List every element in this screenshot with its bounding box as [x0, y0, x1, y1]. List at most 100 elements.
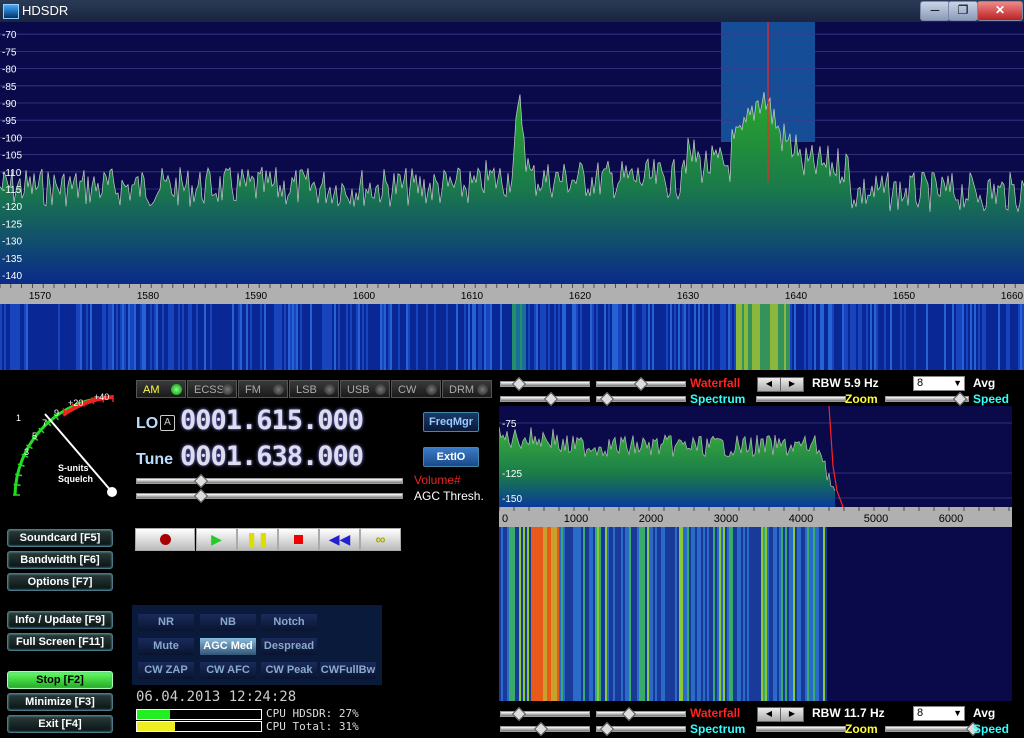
rf-zoom-left-button[interactable]: ◀ [757, 377, 781, 392]
db-label: -95 [2, 116, 17, 127]
af-freq-tick-label: 2000 [639, 513, 663, 525]
af-spectrum-display[interactable]: -75 -125 -150 [499, 406, 1012, 507]
dsp-button-notch[interactable]: Notch [261, 614, 317, 631]
rf-zoom-right-button[interactable]: ▶ [780, 377, 804, 392]
mode-label: AM [143, 384, 160, 396]
freq-tick-label: 1640 [785, 291, 808, 302]
af-avg-dropdown[interactable]: 8 ▼ [913, 706, 965, 721]
db-label: -120 [2, 202, 22, 213]
freq-tick-label: 1600 [353, 291, 376, 302]
play-icon: ▶ [211, 531, 222, 547]
cpu-hdsdr-text: CPU HDSDR: 27% [266, 707, 359, 720]
af-waterfall-brightness-slider[interactable] [596, 711, 686, 717]
af-freq-tick-label: 1000 [564, 513, 588, 525]
rewind-icon: ◀◀ [328, 531, 351, 547]
close-window-button[interactable]: ✕ [977, 1, 1023, 21]
options-button[interactable]: Options [F7] [7, 573, 113, 591]
db-label: -65 [2, 22, 17, 24]
dsp-button-despread[interactable]: Despread [261, 638, 317, 655]
stop-playback-button[interactable] [278, 528, 319, 551]
freq-tick-label: 1570 [29, 291, 52, 302]
mode-led-icon [477, 384, 488, 395]
af-waterfall-display[interactable] [499, 527, 1012, 701]
db-label: -90 [2, 99, 17, 110]
mode-button-ecss[interactable]: ECSS [187, 380, 237, 398]
volume-slider[interactable] [136, 478, 403, 484]
minimize-button[interactable]: Minimize [F3] [7, 693, 113, 711]
mode-button-usb[interactable]: USB [340, 380, 390, 398]
loop-button[interactable]: ∞ [360, 528, 401, 551]
af-freq-tick-label: 6000 [939, 513, 963, 525]
dsp-button-cw-zap[interactable]: CW ZAP [138, 662, 194, 679]
stop-button[interactable]: Stop [F2] [7, 671, 113, 689]
af-zoom-right-button[interactable]: ▶ [780, 707, 804, 722]
info-update-button[interactable]: Info / Update [F9] [7, 611, 113, 629]
dsp-button-cw-afc[interactable]: CW AFC [200, 662, 256, 679]
cpu-hdsdr-bar [136, 709, 262, 720]
agc-threshold-label: AGC Thresh. [414, 489, 484, 503]
af-waterfall-label: Waterfall [690, 706, 741, 720]
db-label: -70 [2, 30, 17, 41]
extio-button[interactable]: ExtIO [423, 447, 479, 467]
mode-label: ECSS [194, 384, 224, 396]
cpu-total-text: CPU Total: 31% [266, 720, 359, 733]
rf-waterfall-label: Waterfall [690, 376, 741, 390]
record-button[interactable] [135, 528, 195, 551]
af-db-label: -150 [502, 494, 522, 505]
af-zoom-left-button[interactable]: ◀ [757, 707, 781, 722]
mode-button-lsb[interactable]: LSB [289, 380, 339, 398]
tune-frequency-display[interactable]: 0001.638.000 [180, 441, 364, 472]
af-zoom-label: Zoom [845, 722, 878, 736]
tune-label: Tune [136, 451, 174, 468]
cpu-total-bar [136, 721, 262, 732]
db-label: -80 [2, 65, 17, 76]
lo-lock-badge[interactable]: A [160, 415, 175, 431]
af-speed-label: Speed [973, 722, 1010, 736]
af-frequency-axis[interactable]: 0 1000 2000 3000 4000 5000 6000 [499, 507, 1012, 527]
minimize-window-button[interactable]: ─ [920, 1, 950, 21]
maximize-window-button[interactable]: ❐ [948, 1, 978, 21]
mode-label: FM [245, 384, 261, 396]
stop-icon [294, 535, 303, 544]
mode-led-icon [426, 384, 437, 395]
dsp-button-nr[interactable]: NR [138, 614, 194, 631]
pause-button[interactable]: ❚❚ [237, 528, 278, 551]
mode-button-am[interactable]: AM [136, 380, 186, 398]
dsp-button-cw-peak[interactable]: CW Peak [261, 662, 317, 679]
af-avg-label: Avg [973, 706, 996, 720]
dsp-button-cwfullbw[interactable]: CWFullBw [320, 662, 376, 679]
db-label: -85 [2, 82, 17, 93]
rf-zoom-label: Zoom [845, 392, 878, 406]
rf-zoom-slider[interactable] [756, 396, 846, 402]
freqmgr-button[interactable]: FreqMgr [423, 412, 479, 432]
pause-icon: ❚❚ [245, 531, 270, 547]
freq-tick-label: 1610 [461, 291, 484, 302]
db-label: -135 [2, 254, 22, 265]
rf-waterfall-display[interactable] [0, 304, 1024, 370]
dsp-button-agc-med[interactable]: AGC Med [200, 638, 256, 655]
af-speed-slider[interactable] [885, 726, 969, 732]
dsp-button-nb[interactable]: NB [200, 614, 256, 631]
play-button[interactable]: ▶ [196, 528, 237, 551]
mode-button-cw[interactable]: CW [391, 380, 441, 398]
rf-frequency-axis[interactable]: 1570 1580 1590 1600 1610 1620 1630 1640 1650 1660 [0, 284, 1024, 304]
lo-frequency-display[interactable]: 0001.615.000 [180, 405, 364, 436]
db-label: -100 [2, 133, 22, 144]
bandwidth-button[interactable]: Bandwidth [F6] [7, 551, 113, 569]
soundcard-button[interactable]: Soundcard [F5] [7, 529, 113, 547]
s-meter-scale-plus40: +40 [94, 392, 110, 402]
agc-threshold-slider[interactable] [136, 493, 403, 499]
rf-avg-dropdown[interactable]: 8 ▼ [913, 376, 965, 391]
mode-button-fm[interactable]: FM [238, 380, 288, 398]
af-freq-tick-label: 0 [502, 513, 508, 525]
dsp-button-mute[interactable]: Mute [138, 638, 194, 655]
exit-button[interactable]: Exit [F4] [7, 715, 113, 733]
rewind-button[interactable]: ◀◀ [319, 528, 360, 551]
mode-button-drm[interactable]: DRM [442, 380, 492, 398]
full-screen-button[interactable]: Full Screen [F11] [7, 633, 113, 651]
freq-tick-label: 1590 [245, 291, 268, 302]
rf-spectrum-display[interactable]: -65 -70 -75 -80 -85 -90 -95 -100 -105 -110 -115 -12… [0, 22, 1024, 284]
af-zoom-slider[interactable] [756, 726, 846, 732]
rf-speed-label: Speed [973, 392, 1010, 406]
s-meter-scale-9: 9 [54, 408, 60, 418]
